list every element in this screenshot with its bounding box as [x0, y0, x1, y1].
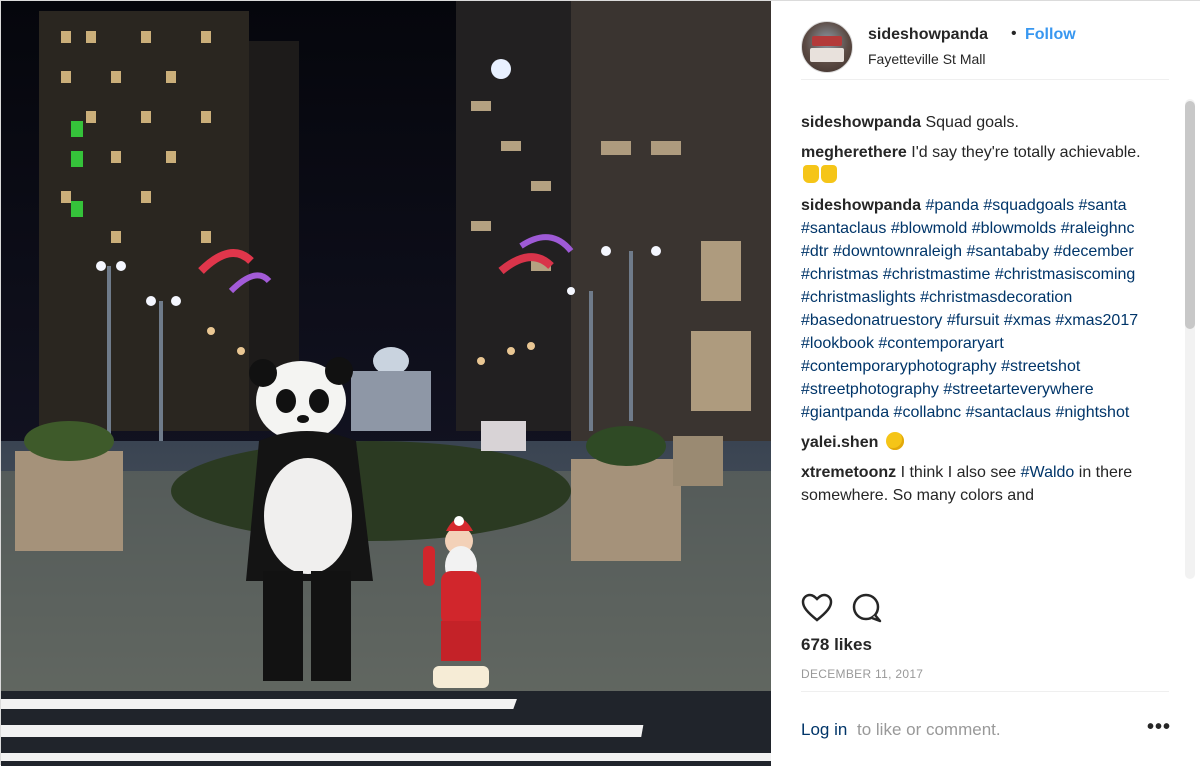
comment-username[interactable]: sideshowpanda	[801, 197, 921, 214]
hashtag-link[interactable]: #nightshot	[1055, 404, 1129, 421]
hashtag-link[interactable]: #xmas2017	[1055, 312, 1138, 329]
hashtag-link[interactable]: #Waldo	[1021, 464, 1075, 481]
avatar[interactable]	[801, 21, 853, 73]
comment-username[interactable]: sideshowpanda	[801, 114, 921, 131]
hashtag-link[interactable]: #christmastime	[883, 266, 991, 283]
hashtag-link[interactable]: #santaclaus	[966, 404, 1051, 421]
location-link[interactable]: Fayetteville St Mall	[868, 51, 985, 67]
hashtag-link[interactable]: #christmasiscoming	[995, 266, 1135, 283]
comments-list[interactable]: sideshowpanda Squad goals. megherethere …	[801, 111, 1146, 579]
thumbs-up-emoji	[803, 165, 819, 183]
hashtag-link[interactable]: #christmasdecoration	[920, 289, 1072, 306]
author-username[interactable]: sideshowpanda	[868, 26, 988, 44]
hashtag-link[interactable]: #streetarteverywhere	[943, 381, 1093, 398]
hashtag-link[interactable]: #blowmold	[891, 220, 967, 237]
login-link[interactable]: Log in	[801, 720, 847, 740]
post-photo[interactable]	[1, 1, 771, 766]
heart-icon[interactable]	[801, 593, 833, 628]
hashtag-link[interactable]: #basedonatruestory	[801, 312, 942, 329]
action-bar	[801, 593, 1171, 627]
comment-item: xtremetoonz I think I also see #Waldo in…	[801, 461, 1146, 507]
night-street-photo	[1, 1, 771, 766]
hashtag-link[interactable]: #fursuit	[947, 312, 999, 329]
hashtag-link[interactable]: #contemporaryphotography	[801, 358, 997, 375]
hashtag-link[interactable]: #lookbook	[801, 335, 874, 352]
hashtag-link[interactable]: #panda	[925, 197, 978, 214]
hashtag-link[interactable]: #december	[1054, 243, 1134, 260]
hashtag-link[interactable]: #streetshot	[1001, 358, 1080, 375]
hashtag-link[interactable]: #blowmolds	[972, 220, 1056, 237]
hashtag-link[interactable]: #santaclaus	[801, 220, 886, 237]
hashtag-link[interactable]: #christmaslights	[801, 289, 916, 306]
comment-username[interactable]: xtremetoonz	[801, 464, 896, 481]
hashtag-link[interactable]: #santababy	[966, 243, 1049, 260]
hashtag-link[interactable]: #downtownraleigh	[833, 243, 962, 260]
post-date: DECEMBER 11, 2017	[801, 667, 924, 681]
instagram-post: sideshowpanda • Follow Fayetteville St M…	[0, 0, 1200, 766]
comments-scrollbar-thumb[interactable]	[1185, 101, 1195, 329]
login-prompt-text: to like or comment.	[857, 720, 1001, 739]
hashtag-link[interactable]: #collabnc	[894, 404, 962, 421]
comment-item: sideshowpanda #panda #squadgoals #santa …	[801, 194, 1146, 424]
comment-footer: Log in to like or comment. •••	[801, 691, 1171, 767]
hashtag-link[interactable]: #santa	[1079, 197, 1127, 214]
comment-text: I think I also see	[900, 464, 1017, 481]
smiling-emoji	[885, 432, 904, 450]
hashtag-list: #panda #squadgoals #santa #santaclaus #b…	[801, 197, 1138, 421]
hashtag-link[interactable]: #contemporaryart	[878, 335, 1003, 352]
comment-text: I'd say they're totally achievable.	[911, 144, 1141, 161]
separator-dot: •	[1011, 25, 1017, 42]
comment-username[interactable]: megherethere	[801, 144, 907, 161]
follow-button[interactable]: Follow	[1025, 26, 1076, 44]
comment-text: Squad goals.	[925, 114, 1019, 131]
post-sidebar: sideshowpanda • Follow Fayetteville St M…	[771, 1, 1200, 766]
comment-item: yalei.shen	[801, 431, 1146, 454]
hashtag-link[interactable]: #xmas	[1004, 312, 1051, 329]
comment-icon[interactable]	[851, 593, 883, 628]
thumbs-up-emoji	[821, 165, 837, 183]
comment-item: megherethere I'd say they're totally ach…	[801, 141, 1146, 187]
hashtag-link[interactable]: #raleighnc	[1061, 220, 1135, 237]
hashtag-link[interactable]: #dtr	[801, 243, 829, 260]
hashtag-link[interactable]: #christmas	[801, 266, 878, 283]
hashtag-link[interactable]: #squadgoals	[983, 197, 1074, 214]
hashtag-link[interactable]: #giantpanda	[801, 404, 889, 421]
comment-username[interactable]: yalei.shen	[801, 434, 878, 451]
comment-item: sideshowpanda Squad goals.	[801, 111, 1146, 134]
more-options-button[interactable]: •••	[1147, 716, 1171, 739]
post-header: sideshowpanda • Follow Fayetteville St M…	[801, 19, 1169, 80]
hashtag-link[interactable]: #streetphotography	[801, 381, 939, 398]
likes-count[interactable]: 678 likes	[801, 635, 872, 655]
